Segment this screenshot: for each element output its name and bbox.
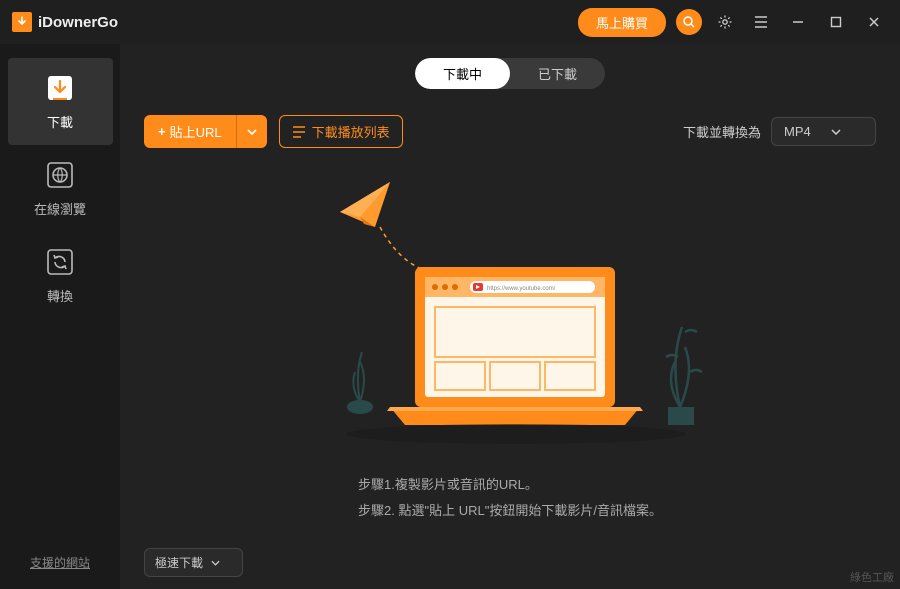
list-icon — [292, 126, 306, 138]
download-icon — [44, 72, 76, 104]
paste-url-group: + 貼上URL — [144, 115, 267, 148]
chevron-down-icon — [211, 560, 220, 566]
paste-label: 貼上URL — [170, 122, 222, 141]
chevron-down-icon — [831, 129, 841, 135]
globe-icon — [44, 159, 76, 191]
hero-illustration: https://www.youtube.com/ — [260, 172, 760, 462]
plus-icon: + — [158, 124, 166, 139]
playlist-label: 下載播放列表 — [312, 122, 390, 141]
paste-url-button[interactable]: + 貼上URL — [144, 115, 236, 148]
speed-value: 極速下載 — [155, 554, 203, 571]
format-select[interactable]: MP4 — [771, 117, 876, 146]
toolbar: + 貼上URL 下載播放列表 下載並轉換為 MP4 — [144, 115, 876, 148]
watermark: 綠色工廠 — [850, 569, 894, 585]
tabs: 下載中 已下載 — [415, 58, 605, 89]
sidebar-item-label: 下載 — [47, 112, 73, 131]
gear-icon[interactable] — [712, 9, 738, 35]
minimize-button[interactable] — [784, 8, 812, 36]
app-name: iDownerGo — [38, 14, 118, 31]
speed-select[interactable]: 極速下載 — [144, 548, 243, 577]
svg-text:https://www.youtube.com/: https://www.youtube.com/ — [487, 286, 556, 292]
format-label: 下載並轉換為 — [683, 122, 761, 141]
step2-text: 步驟2. 點選"貼上 URL"按鈕開始下載影片/音訊檔案。 — [358, 498, 662, 524]
main: 下載 在線瀏覽 轉換 支援的網站 下載中 已下載 + — [0, 44, 900, 589]
close-button[interactable] — [860, 8, 888, 36]
bottom-row: 極速下載 — [144, 548, 876, 577]
illustration-area: https://www.youtube.com/ 步驟1.複製影片或音訊的URL… — [144, 148, 876, 548]
sidebar-item-browse[interactable]: 在線瀏覽 — [8, 145, 113, 232]
step1-text: 步驟1.複製影片或音訊的URL。 — [358, 472, 662, 498]
sidebar-item-convert[interactable]: 轉換 — [8, 232, 113, 319]
chevron-down-icon — [247, 129, 257, 135]
format-value: MP4 — [784, 124, 811, 139]
sidebar: 下載 在線瀏覽 轉換 支援的網站 — [0, 44, 120, 589]
supported-sites-link[interactable]: 支援的網站 — [30, 554, 90, 571]
app-logo: iDownerGo — [12, 12, 118, 32]
tabs-row: 下載中 已下載 — [144, 58, 876, 89]
content: 下載中 已下載 + 貼上URL 下載播放列表 下載並轉換為 — [120, 44, 900, 589]
download-playlist-button[interactable]: 下載播放列表 — [279, 115, 403, 148]
tab-downloaded[interactable]: 已下載 — [510, 58, 605, 89]
search-icon[interactable] — [676, 9, 702, 35]
maximize-button[interactable] — [822, 8, 850, 36]
convert-icon — [44, 246, 76, 278]
sidebar-item-label: 轉換 — [47, 286, 73, 305]
titlebar-right: 馬上購買 — [578, 8, 888, 37]
titlebar: iDownerGo 馬上購買 — [0, 0, 900, 44]
menu-icon[interactable] — [748, 9, 774, 35]
buy-button[interactable]: 馬上購買 — [578, 8, 666, 37]
logo-icon — [12, 12, 32, 32]
sidebar-item-label: 在線瀏覽 — [34, 199, 86, 218]
paste-url-dropdown[interactable] — [236, 115, 267, 148]
sidebar-item-download[interactable]: 下載 — [8, 58, 113, 145]
tab-downloading[interactable]: 下載中 — [415, 58, 510, 89]
instructions: 步驟1.複製影片或音訊的URL。 步驟2. 點選"貼上 URL"按鈕開始下載影片… — [358, 472, 662, 524]
format-group: 下載並轉換為 MP4 — [683, 117, 876, 146]
